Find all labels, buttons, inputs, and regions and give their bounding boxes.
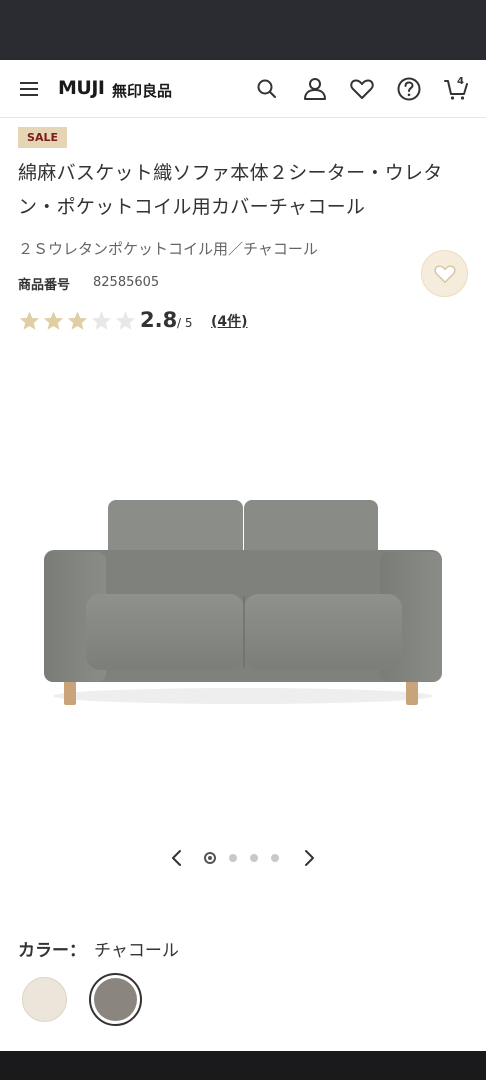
- heart-icon[interactable]: [349, 76, 375, 102]
- star-filled-icon: [67, 311, 88, 330]
- sale-badge: SALE: [18, 127, 67, 148]
- product-subtitle: ２Ｓウレタンポケットコイル用／チャコール: [18, 240, 318, 258]
- carousel-indicator: [204, 852, 279, 864]
- product-number: 82585605: [93, 275, 160, 290]
- product-number-label: 商品番号: [18, 278, 71, 293]
- favorite-button[interactable]: [421, 250, 468, 297]
- rating-max: / 5: [177, 316, 193, 330]
- star-empty-icon: [115, 311, 136, 330]
- logo[interactable]: MUJI: [58, 77, 105, 99]
- product-title: 綿麻バスケット織ソファ本体２シーター・ウレタン・ポケットコイル用カバーチャコール: [18, 162, 443, 218]
- navigation-bar: [0, 1051, 486, 1080]
- star-filled-icon: [43, 311, 64, 330]
- account-icon[interactable]: [302, 76, 328, 102]
- carousel-dot[interactable]: [229, 854, 237, 862]
- heart-icon: [433, 264, 456, 283]
- carousel-dot[interactable]: [250, 854, 258, 862]
- product-image-sofa[interactable]: [30, 470, 456, 720]
- search-icon[interactable]: [254, 76, 280, 102]
- cart-count-badge: 4: [457, 76, 464, 87]
- color-swatch-charcoal[interactable]: [94, 978, 137, 1021]
- rating-value: 2.8: [140, 308, 178, 332]
- menu-icon[interactable]: [20, 81, 38, 97]
- rating-stars: [18, 310, 137, 332]
- logo-sub[interactable]: 無印良品: [112, 80, 172, 101]
- chevron-left-icon[interactable]: [168, 848, 186, 868]
- color-swatch-natural[interactable]: [22, 977, 67, 1022]
- chevron-right-icon[interactable]: [300, 848, 318, 868]
- carousel-dot-active[interactable]: [204, 852, 216, 864]
- help-icon[interactable]: [396, 76, 422, 102]
- review-count-link[interactable]: (4件): [211, 311, 248, 331]
- site-header: MUJI 無印良品: [0, 60, 486, 118]
- selected-color-value: チャコール: [94, 941, 179, 961]
- cart-icon[interactable]: [443, 76, 469, 102]
- carousel-dot[interactable]: [271, 854, 279, 862]
- color-label: カラー：: [18, 941, 86, 961]
- star-empty-icon: [91, 311, 112, 330]
- star-filled-icon: [19, 311, 40, 330]
- status-bar: [0, 0, 486, 60]
